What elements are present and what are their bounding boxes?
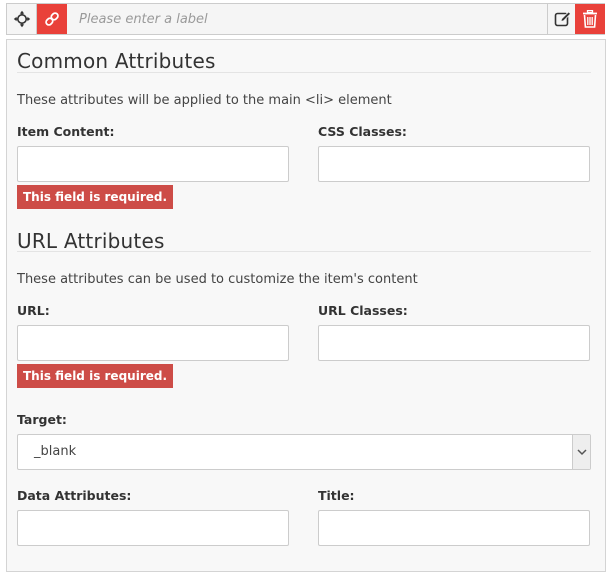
target-selected-value: _blank xyxy=(34,444,77,459)
item-toolbar xyxy=(6,3,605,35)
title-input[interactable] xyxy=(318,510,590,546)
section-divider xyxy=(17,72,591,73)
url-input[interactable] xyxy=(17,325,289,361)
item-content-label: Item Content: xyxy=(17,124,115,139)
url-classes-input[interactable] xyxy=(318,325,590,361)
data-attributes-label: Data Attributes: xyxy=(17,488,132,503)
target-label: Target: xyxy=(17,412,67,427)
edit-icon xyxy=(554,11,571,27)
move-icon xyxy=(13,10,30,28)
url-attributes-description: These attributes can be used to customiz… xyxy=(17,272,418,287)
url-attributes-heading: URL Attributes xyxy=(17,229,165,253)
common-attributes-heading: Common Attributes xyxy=(17,49,216,73)
url-classes-label: URL Classes: xyxy=(318,303,408,318)
url-label: URL: xyxy=(17,303,50,318)
title-label: Title: xyxy=(318,488,355,503)
css-classes-input[interactable] xyxy=(318,146,590,182)
url-error: This field is required. xyxy=(17,364,174,388)
common-attributes-description: These attributes will be applied to the … xyxy=(17,93,392,108)
label-input[interactable] xyxy=(67,4,547,34)
chevron-down-icon[interactable] xyxy=(572,435,590,469)
link-icon xyxy=(45,12,59,26)
move-handle-button[interactable] xyxy=(7,4,37,34)
trash-icon xyxy=(583,10,597,28)
data-attributes-input[interactable] xyxy=(17,510,289,546)
target-select[interactable]: _blank xyxy=(17,434,591,470)
link-button[interactable] xyxy=(37,4,67,34)
section-divider xyxy=(17,251,591,252)
item-content-error: This field is required. xyxy=(17,185,174,209)
css-classes-label: CSS Classes: xyxy=(318,124,407,139)
item-content-input[interactable] xyxy=(17,146,289,182)
edit-button[interactable] xyxy=(547,4,577,34)
delete-button[interactable] xyxy=(575,4,605,34)
item-settings-panel: Common Attributes These attributes will … xyxy=(6,39,606,572)
